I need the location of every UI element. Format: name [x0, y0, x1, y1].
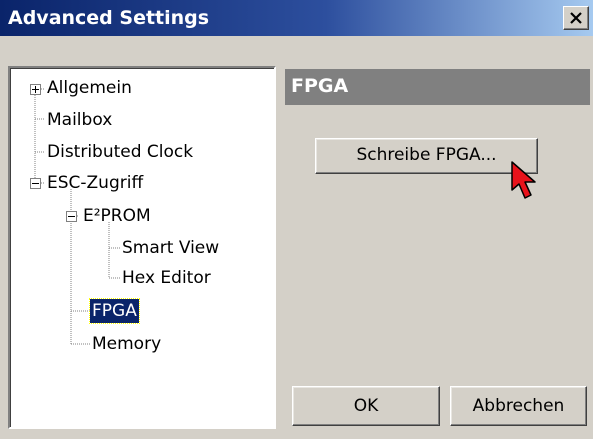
window-title: Advanced Settings	[8, 7, 210, 29]
cancel-label: Abbrechen	[472, 396, 565, 416]
tree-item-distributed-clock[interactable]: Distributed Clock	[45, 140, 195, 164]
panel-title: FPGA	[291, 75, 349, 97]
plus-icon	[32, 86, 39, 93]
tree-item-memory[interactable]: Memory	[90, 332, 163, 356]
minus-icon	[68, 216, 75, 217]
close-icon	[570, 12, 582, 24]
tree-item-fpga[interactable]: FPGA	[89, 298, 140, 324]
title-bar[interactable]: Advanced Settings	[0, 0, 593, 36]
write-fpga-label: Schreibe FPGA...	[356, 145, 497, 165]
ok-label: OK	[353, 396, 379, 416]
panel-header: FPGA	[285, 69, 590, 105]
ok-button[interactable]: OK	[292, 386, 440, 426]
expand-toggle-eeprom[interactable]	[66, 211, 77, 222]
tree-item-hex-editor[interactable]: Hex Editor	[120, 266, 213, 290]
cancel-button[interactable]: Abbrechen	[450, 386, 587, 426]
minus-icon	[32, 183, 39, 184]
mouse-pointer-icon	[511, 161, 536, 199]
tree-item-smart-view[interactable]: Smart View	[120, 236, 221, 260]
settings-tree[interactable]: Allgemein Mailbox Distributed Clock ESC-…	[8, 66, 276, 429]
tree-item-eeprom[interactable]: E²PROM	[81, 204, 153, 228]
expand-toggle-allgemein[interactable]	[30, 84, 41, 95]
close-button[interactable]	[563, 6, 589, 30]
write-fpga-button[interactable]: Schreibe FPGA...	[315, 138, 538, 174]
tree-item-esc-zugriff[interactable]: ESC-Zugriff	[45, 171, 145, 195]
tree-item-mailbox[interactable]: Mailbox	[45, 108, 114, 132]
expand-toggle-esc-zugriff[interactable]	[30, 178, 41, 189]
tree-item-allgemein[interactable]: Allgemein	[45, 76, 134, 100]
advanced-settings-dialog: Advanced Settings Allgemein Mailbox Dist…	[0, 0, 593, 439]
